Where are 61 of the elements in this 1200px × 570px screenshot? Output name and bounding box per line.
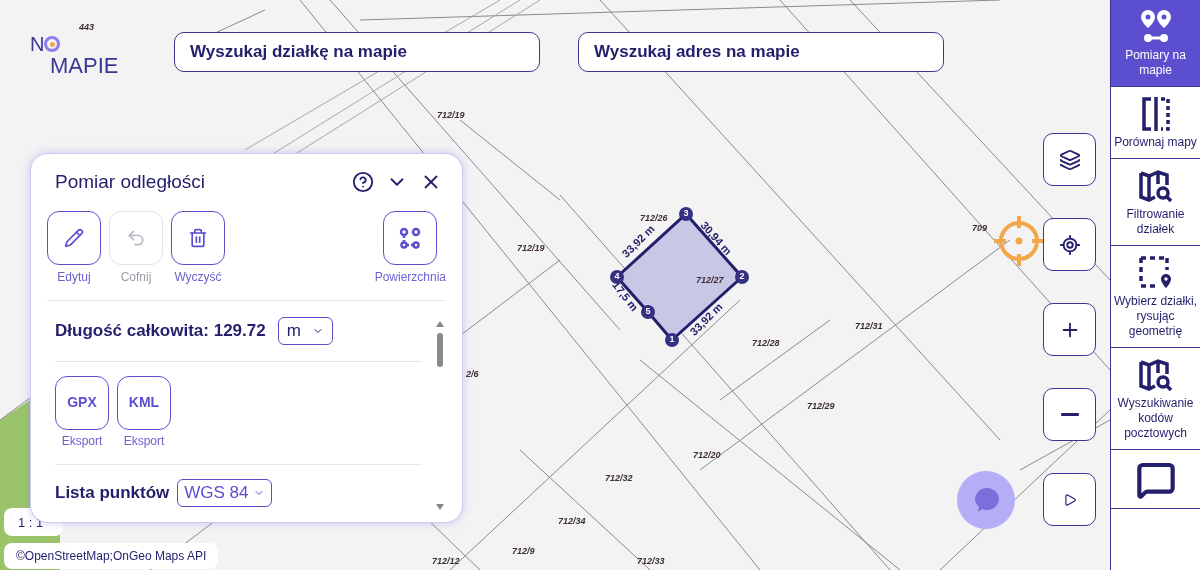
tool-label: Edytuj <box>57 268 91 286</box>
map-search-icon <box>1138 169 1173 203</box>
logo: N MAPIE <box>30 34 120 78</box>
help-button[interactable] <box>352 171 374 194</box>
export-label: Eksport <box>61 432 103 450</box>
scroll-up-icon <box>436 320 444 327</box>
search-field[interactable]: Wyszukaj działkę na mapie <box>174 32 540 72</box>
unit-select[interactable]: m <box>277 316 333 345</box>
parcel-number: 712/32 <box>605 473 633 484</box>
parcel-number: 712/34 <box>558 516 586 527</box>
play-icon <box>1062 492 1077 507</box>
parcel-number: 712/27 <box>696 275 724 286</box>
locate-icon <box>1058 233 1081 256</box>
chat-icon <box>1135 460 1176 500</box>
zoom-out-button[interactable] <box>1043 388 1096 441</box>
crs-select[interactable]: WGS 84 <box>177 478 272 507</box>
trash-icon <box>188 227 208 248</box>
parcel-number: 712/33 <box>637 556 665 567</box>
pencil-icon <box>64 227 84 248</box>
attribution-bar: ©OpenStreetMap;OnGeo Maps API <box>4 543 219 569</box>
tool-label: Cofnij <box>120 268 152 286</box>
parcel-number: 712/29 <box>807 401 835 412</box>
parcel-number: 712/31 <box>855 321 883 332</box>
locate-button[interactable] <box>1043 218 1096 271</box>
tool-label: Wyczyść <box>174 268 222 286</box>
minus-icon <box>1060 413 1079 416</box>
panel-title: Pomiar odległości <box>55 170 205 194</box>
edit-button[interactable] <box>47 210 101 265</box>
dashed-selection-pin-icon <box>1138 256 1173 290</box>
scroll-down-icon <box>436 504 444 510</box>
parcel-number: 709 <box>972 223 988 234</box>
expand-button[interactable] <box>1043 473 1096 526</box>
pins-polygon-icon <box>399 226 422 249</box>
zoom-in-button[interactable] <box>1043 303 1096 356</box>
parcel-number: 443 <box>79 22 95 33</box>
parcel-number: 712/19 <box>437 110 465 121</box>
export-button[interactable]: GPX <box>55 375 109 430</box>
total-length: Długość całkowita: 129.72 <box>55 319 266 342</box>
layers-button[interactable] <box>1043 133 1096 186</box>
parcel-number: 712/20 <box>693 450 721 461</box>
parcel-number: 712/26 <box>640 213 668 224</box>
sidebar-item[interactable]: Pomiary na mapie <box>1111 0 1200 87</box>
undo-icon <box>126 227 146 248</box>
crosshair-icon <box>992 214 1046 268</box>
parcel-number: 712/12 <box>432 556 460 567</box>
parcel-number: 712/9 <box>512 546 535 557</box>
map-search-icon <box>1138 358 1173 392</box>
layers-icon <box>1058 148 1081 171</box>
area-button[interactable] <box>383 210 438 265</box>
route-pins-icon <box>1140 10 1171 44</box>
tool-label: Powierzchnia <box>374 268 446 286</box>
export-button[interactable]: KML <box>117 375 171 430</box>
export-label: Eksport <box>123 432 165 450</box>
parcel-number: 712/19 <box>517 243 545 254</box>
points-list-label: Lista punktów <box>55 481 170 504</box>
parcel-number: 712/28 <box>752 338 780 349</box>
search-field[interactable]: Wyszukaj adres na mapie <box>578 32 944 72</box>
parcel-number: 2/6 <box>466 369 479 380</box>
speech-bubble-icon <box>972 486 1000 514</box>
split-columns-icon <box>1140 97 1171 131</box>
clear-button[interactable] <box>171 210 225 265</box>
